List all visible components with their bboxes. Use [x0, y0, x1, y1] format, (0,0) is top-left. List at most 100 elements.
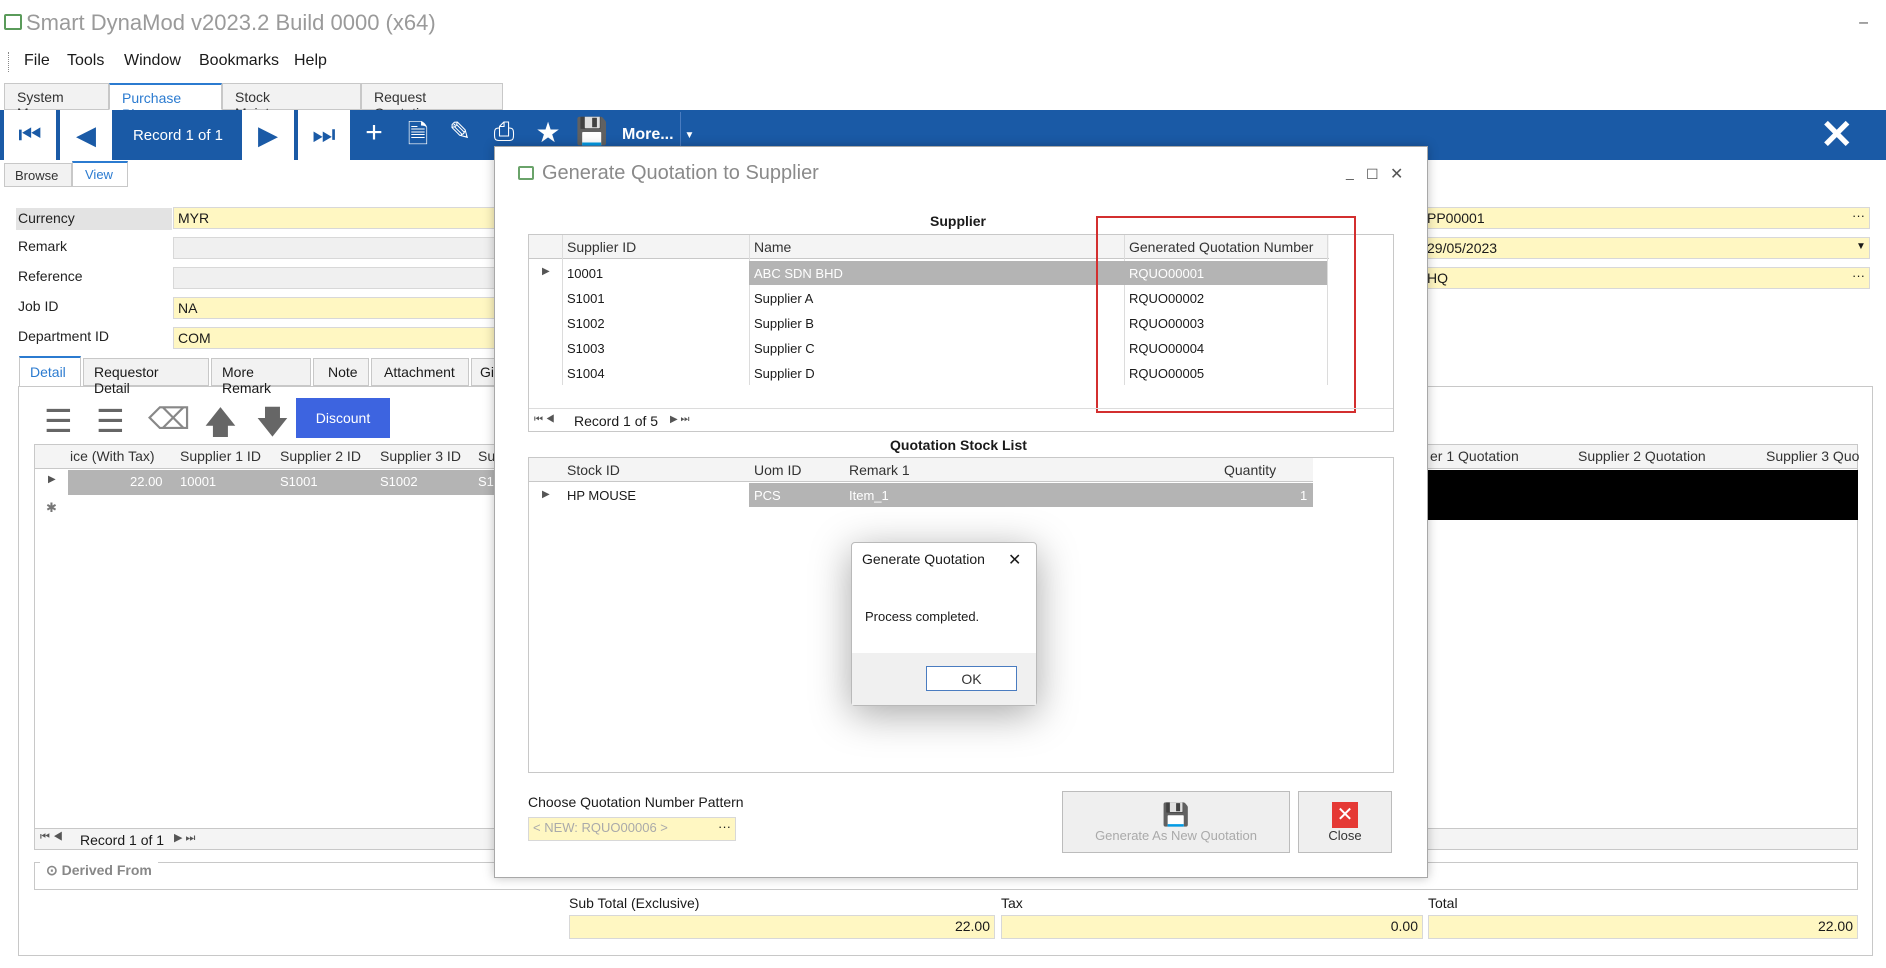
chevron-down-icon[interactable]: ▼: [1856, 241, 1866, 252]
branch-field[interactable]: HQ: [1422, 267, 1870, 289]
supplier-id-cell[interactable]: S1001: [567, 291, 605, 306]
table-row[interactable]: [749, 483, 1313, 507]
tab-more-remark[interactable]: More Remark: [211, 358, 311, 396]
tab-detail[interactable]: Detail: [19, 356, 81, 386]
dialog-minimize-icon[interactable]: _: [1346, 164, 1354, 180]
col-stock-id: Stock ID: [567, 462, 620, 478]
supplier-name-cell[interactable]: Supplier C: [754, 341, 815, 356]
app-icon: [4, 14, 22, 30]
tab-stock-maintenance[interactable]: Stock Maintenance: [222, 83, 361, 121]
append-row-icon[interactable]: ☰: [96, 402, 125, 440]
msg-text: Process completed.: [865, 609, 980, 624]
next-record-button[interactable]: ▶: [242, 110, 294, 160]
ok-button[interactable]: OK: [926, 666, 1017, 691]
close-button[interactable]: ✕ Close: [1298, 791, 1392, 853]
supplier-id-cell[interactable]: 10001: [567, 266, 603, 281]
supplier-name-cell[interactable]: Supplier D: [754, 366, 815, 381]
tab-view[interactable]: View: [72, 161, 128, 187]
date-field[interactable]: 29/05/2023: [1422, 237, 1870, 259]
insert-row-icon[interactable]: ☰: [44, 402, 73, 440]
more-button[interactable]: More...: [622, 126, 674, 144]
highlight-box: [1096, 216, 1356, 413]
delete-row-icon[interactable]: ⌫: [148, 402, 190, 437]
menu-bookmarks[interactable]: Bookmarks: [199, 52, 279, 70]
col-divider: [749, 235, 750, 385]
remark-cell[interactable]: Item_1: [849, 488, 889, 503]
menu-window[interactable]: Window: [124, 52, 181, 70]
add-icon[interactable]: +: [354, 116, 394, 150]
dialog-close-icon[interactable]: ✕: [1390, 164, 1403, 184]
close-form-icon[interactable]: ✕: [1820, 112, 1854, 158]
supplier-name-cell[interactable]: ABC SDN BHD: [754, 266, 843, 281]
supplier-name-cell[interactable]: Supplier A: [754, 291, 813, 306]
stock-id-cell[interactable]: HP MOUSE: [567, 488, 636, 503]
edit-icon[interactable]: ✎: [440, 116, 480, 147]
ellipsis-icon[interactable]: ···: [1852, 208, 1865, 223]
discount-button[interactable]: Discount: [296, 398, 390, 438]
app-title: Smart DynaMod v2023.2 Build 0000 (x64): [26, 10, 436, 35]
new-row-icon: ✱: [46, 500, 57, 515]
tab-requestor-detail[interactable]: Requestor Detail: [83, 358, 209, 396]
menu-help[interactable]: Help: [294, 52, 327, 70]
tab-system-menu[interactable]: System Menu: [4, 83, 109, 121]
star-icon[interactable]: ★: [528, 116, 568, 149]
collapse-icon: ⊙: [46, 862, 62, 878]
tab-attachment[interactable]: Attachment: [371, 358, 469, 386]
subtotal-field: 22.00: [569, 915, 995, 939]
disk-check-icon: 💾: [1162, 801, 1190, 827]
minimize-icon[interactable]: –: [1859, 14, 1868, 32]
next-icon: ▶: [258, 119, 278, 150]
menu-grip-icon: [8, 52, 11, 72]
nav-next-icon[interactable]: ▶ ⏭: [174, 831, 195, 845]
remark-field[interactable]: [173, 237, 495, 259]
document-no-field[interactable]: PP00001: [1422, 207, 1870, 229]
first-record-button[interactable]: ⏮: [4, 110, 56, 160]
cell-su: S1: [478, 474, 494, 489]
currency-label: Currency: [16, 208, 172, 230]
last-record-button[interactable]: ⏭: [298, 110, 350, 160]
stock-grid-header: [529, 458, 1313, 482]
print-icon[interactable]: ⎙: [484, 116, 524, 148]
department-field[interactable]: COM: [173, 327, 495, 349]
col-divider: [562, 235, 563, 385]
msg-close-icon[interactable]: ✕: [1008, 550, 1021, 570]
uom-cell[interactable]: PCS: [754, 488, 781, 503]
dialog-app-icon: [518, 166, 534, 180]
nav-first-icon[interactable]: ⏮ ◀: [534, 414, 555, 425]
col-name: Name: [754, 239, 792, 255]
jobid-field[interactable]: NA: [173, 297, 495, 319]
currency-field[interactable]: MYR: [173, 207, 495, 229]
prev-record-button[interactable]: ◀: [60, 110, 112, 160]
save-icon[interactable]: 💾: [572, 116, 612, 147]
supplier-id-cell[interactable]: S1004: [567, 366, 605, 381]
menu-file[interactable]: File: [24, 52, 50, 70]
ellipsis-icon[interactable]: ···: [1852, 268, 1865, 283]
delete-doc-icon[interactable]: 🗎: [398, 116, 438, 160]
pattern-field[interactable]: < NEW: RQUO00006 >: [528, 817, 736, 841]
nav-first-icon[interactable]: ⏮ ◀: [40, 831, 63, 844]
total-label: Total: [1428, 895, 1458, 911]
tab-browse[interactable]: Browse: [4, 163, 72, 187]
record-indicator: Record 1 of 1: [116, 110, 240, 160]
tab-purchase-plan[interactable]: Purchase Plan: [109, 83, 222, 122]
supplier-id-cell[interactable]: S1002: [567, 316, 605, 331]
col-supplier1-quotation: er 1 Quotation: [1430, 448, 1519, 464]
derived-from-label[interactable]: ⊙ Derived From: [40, 862, 158, 879]
supplier-navigator: [529, 408, 1393, 431]
nav-next-icon[interactable]: ▶ ⏭: [670, 414, 689, 425]
col-supplier2: Supplier 2 ID: [280, 448, 361, 464]
ellipsis-icon[interactable]: ···: [718, 819, 731, 834]
menu-tools[interactable]: Tools: [67, 52, 104, 70]
dialog-maximize-icon[interactable]: ☐: [1366, 166, 1379, 183]
row-indicator-icon: ▶: [542, 266, 550, 277]
generate-as-new-quotation-button: 💾 Generate As New Quotation: [1062, 791, 1290, 853]
quantity-cell[interactable]: 1: [1300, 488, 1307, 503]
tab-note[interactable]: Note: [313, 358, 369, 386]
supplier-name-cell[interactable]: Supplier B: [754, 316, 814, 331]
reference-field[interactable]: [173, 267, 495, 289]
col-supplier2-quotation: Supplier 2 Quotation: [1578, 448, 1706, 464]
supplier-id-cell[interactable]: S1003: [567, 341, 605, 356]
msg-title: Generate Quotation: [862, 551, 985, 567]
subtotal-label: Sub Total (Exclusive): [569, 895, 700, 911]
tab-request-quotation[interactable]: Request Quotation: [361, 83, 503, 121]
